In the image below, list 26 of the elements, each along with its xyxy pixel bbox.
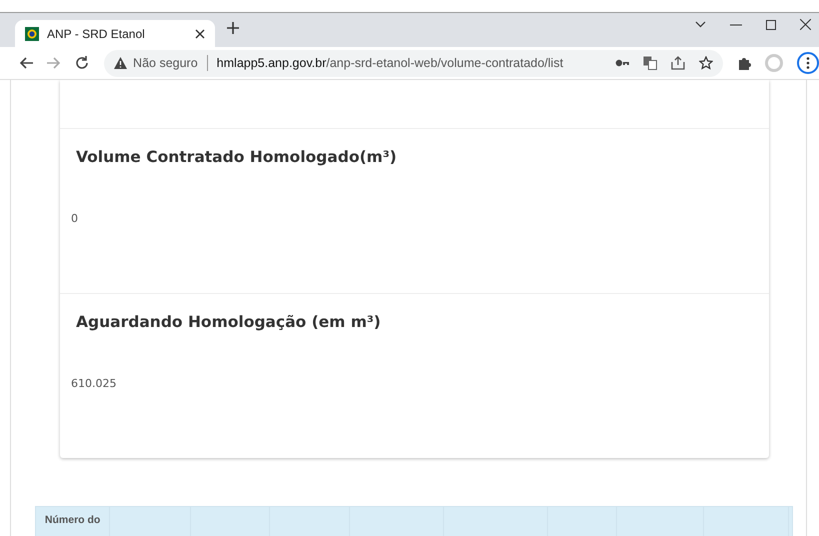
card-value: 0: [71, 212, 78, 225]
forward-icon: [46, 55, 62, 71]
warning-icon: [114, 57, 128, 69]
menu-icon[interactable]: [797, 52, 819, 74]
minimize-icon[interactable]: [730, 24, 742, 26]
key-icon[interactable]: [615, 59, 629, 67]
reload-icon: [74, 55, 90, 71]
browser-tab[interactable]: ANP - SRD Etanol: [15, 20, 215, 47]
puzzle-icon[interactable]: [737, 56, 751, 70]
chevron-down-icon[interactable]: [695, 21, 706, 28]
maximize-icon[interactable]: [766, 20, 776, 30]
url-text: hmlapp5.anp.gov.br/anp-srd-etanol-web/volume-contratado/list: [216, 56, 564, 70]
column-header: Número do: [36, 506, 110, 536]
close-icon[interactable]: [195, 28, 205, 38]
share-icon[interactable]: [671, 56, 685, 70]
star-icon[interactable]: [699, 56, 713, 70]
card-value: 610.025: [71, 377, 116, 390]
tab-title: ANP - SRD Etanol: [47, 26, 146, 40]
security-label: Não seguro: [133, 56, 198, 70]
close-icon[interactable]: [800, 19, 811, 30]
flag-icon: [25, 26, 39, 40]
back-icon: [18, 55, 34, 71]
address-bar[interactable]: Não seguro hmlapp5.anp.gov.br/anp-srd-etanol-web/volume-contratado/list: [104, 50, 723, 76]
card-title: Aguardando Homologação (em m³): [76, 313, 381, 331]
plus-icon[interactable]: [227, 22, 239, 34]
card-title: Volume Contratado Homologado(m³): [76, 148, 397, 166]
